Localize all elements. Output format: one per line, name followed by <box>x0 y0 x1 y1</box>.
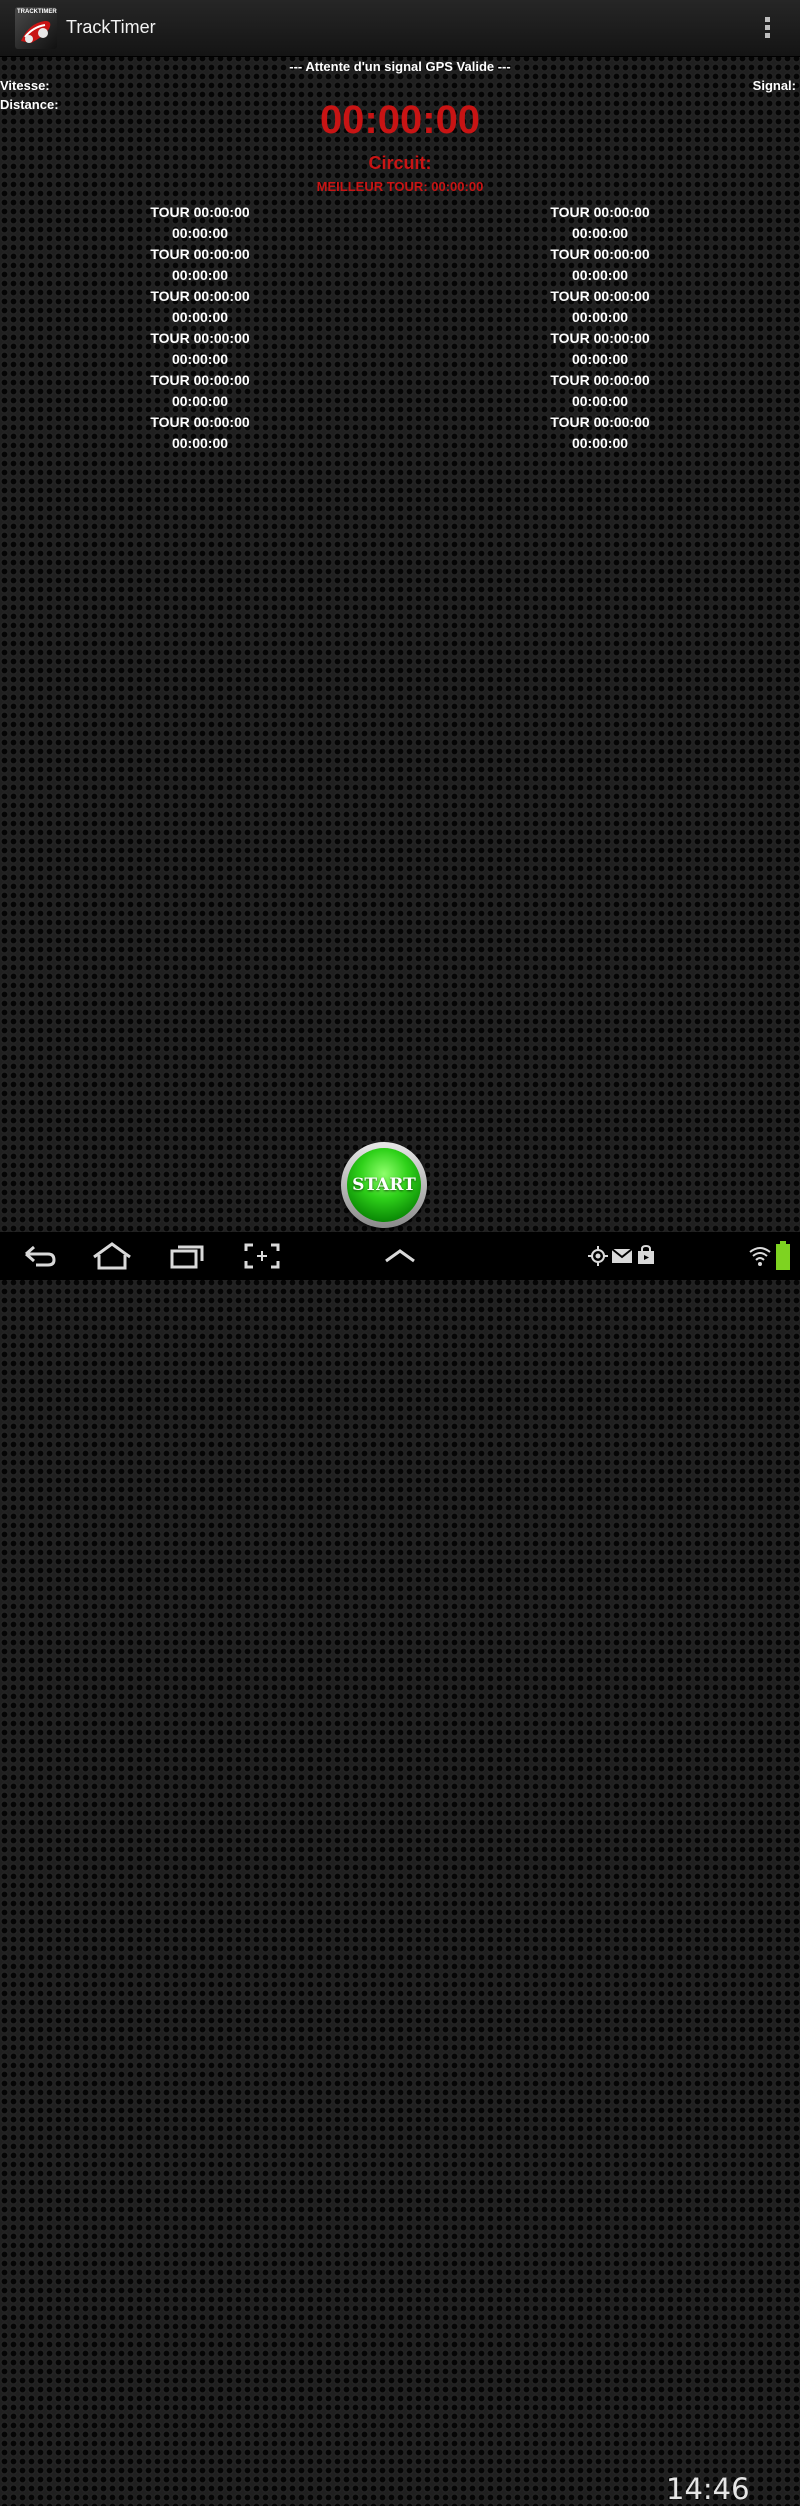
gps-icon <box>588 1246 608 1266</box>
speed-label: Vitesse: <box>0 78 50 93</box>
lap-tour-label: TOUR 00:00:00 <box>150 372 250 388</box>
signal-label: Signal: <box>752 78 796 93</box>
start-button-label: START <box>352 1175 416 1195</box>
store-icon <box>638 1245 654 1264</box>
lap-time: 00:00:00 <box>571 267 629 283</box>
lap-tour-label: TOUR 00:00:00 <box>150 330 250 346</box>
system-clock: 14:46 <box>666 2472 750 2506</box>
gmail-icon <box>611 1248 633 1263</box>
lap-time: 00:00:00 <box>571 435 629 451</box>
lap-list-right: TOUR 00:00:00 00:00:00 TOUR 00:00:00 00:… <box>500 202 700 454</box>
app-title: TrackTimer <box>66 17 156 37</box>
lap-time: 00:00:00 <box>571 225 629 241</box>
action-bar: TRACKTIMER TrackTimer <box>0 0 800 57</box>
lap-time: 00:00:00 <box>171 351 229 367</box>
gps-status-text: --- Attente d'un signal GPS Valide --- <box>289 59 511 74</box>
chevron-up-icon[interactable] <box>382 1246 418 1266</box>
lap-time: 00:00:00 <box>171 309 229 325</box>
lap-tour-label: TOUR 00:00:00 <box>550 330 650 346</box>
battery-icon <box>776 1241 790 1270</box>
lap-tour-label: TOUR 00:00:00 <box>550 372 650 388</box>
main-timer: 00:00:00 <box>319 98 481 142</box>
start-button[interactable]: START <box>341 1142 427 1228</box>
lap-tour-label: TOUR 00:00:00 <box>550 288 650 304</box>
back-icon[interactable] <box>20 1242 60 1270</box>
home-icon[interactable] <box>90 1240 134 1272</box>
overflow-menu-icon[interactable] <box>757 14 779 42</box>
lap-time: 00:00:00 <box>571 309 629 325</box>
lap-tour-label: TOUR 00:00:00 <box>150 288 250 304</box>
lap-tour-label: TOUR 00:00:00 <box>550 246 650 262</box>
lap-tour-label: TOUR 00:00:00 <box>150 246 250 262</box>
wifi-icon <box>749 1247 771 1266</box>
system-nav-bar: 14:46 <box>0 1232 800 2506</box>
lap-tour-label: TOUR 00:00:00 <box>550 204 650 220</box>
app-logo-icon[interactable]: TRACKTIMER <box>15 7 57 49</box>
recent-apps-icon[interactable] <box>168 1241 208 1271</box>
lap-tour-label: TOUR 00:00:00 <box>150 414 250 430</box>
screenshot-icon[interactable] <box>243 1242 281 1270</box>
lap-time: 00:00:00 <box>171 393 229 409</box>
lap-time: 00:00:00 <box>171 225 229 241</box>
lap-time: 00:00:00 <box>571 351 629 367</box>
lap-time: 00:00:00 <box>171 267 229 283</box>
best-lap-time: MEILLEUR TOUR: 00:00:00 <box>316 179 484 194</box>
lap-list-left: TOUR 00:00:00 00:00:00 TOUR 00:00:00 00:… <box>100 202 300 454</box>
lap-time: 00:00:00 <box>571 393 629 409</box>
lap-tour-label: TOUR 00:00:00 <box>550 414 650 430</box>
lap-tour-label: TOUR 00:00:00 <box>150 204 250 220</box>
start-button-face[interactable]: START <box>347 1148 421 1222</box>
lap-time: 00:00:00 <box>171 435 229 451</box>
circuit-label: Circuit: <box>368 153 432 173</box>
